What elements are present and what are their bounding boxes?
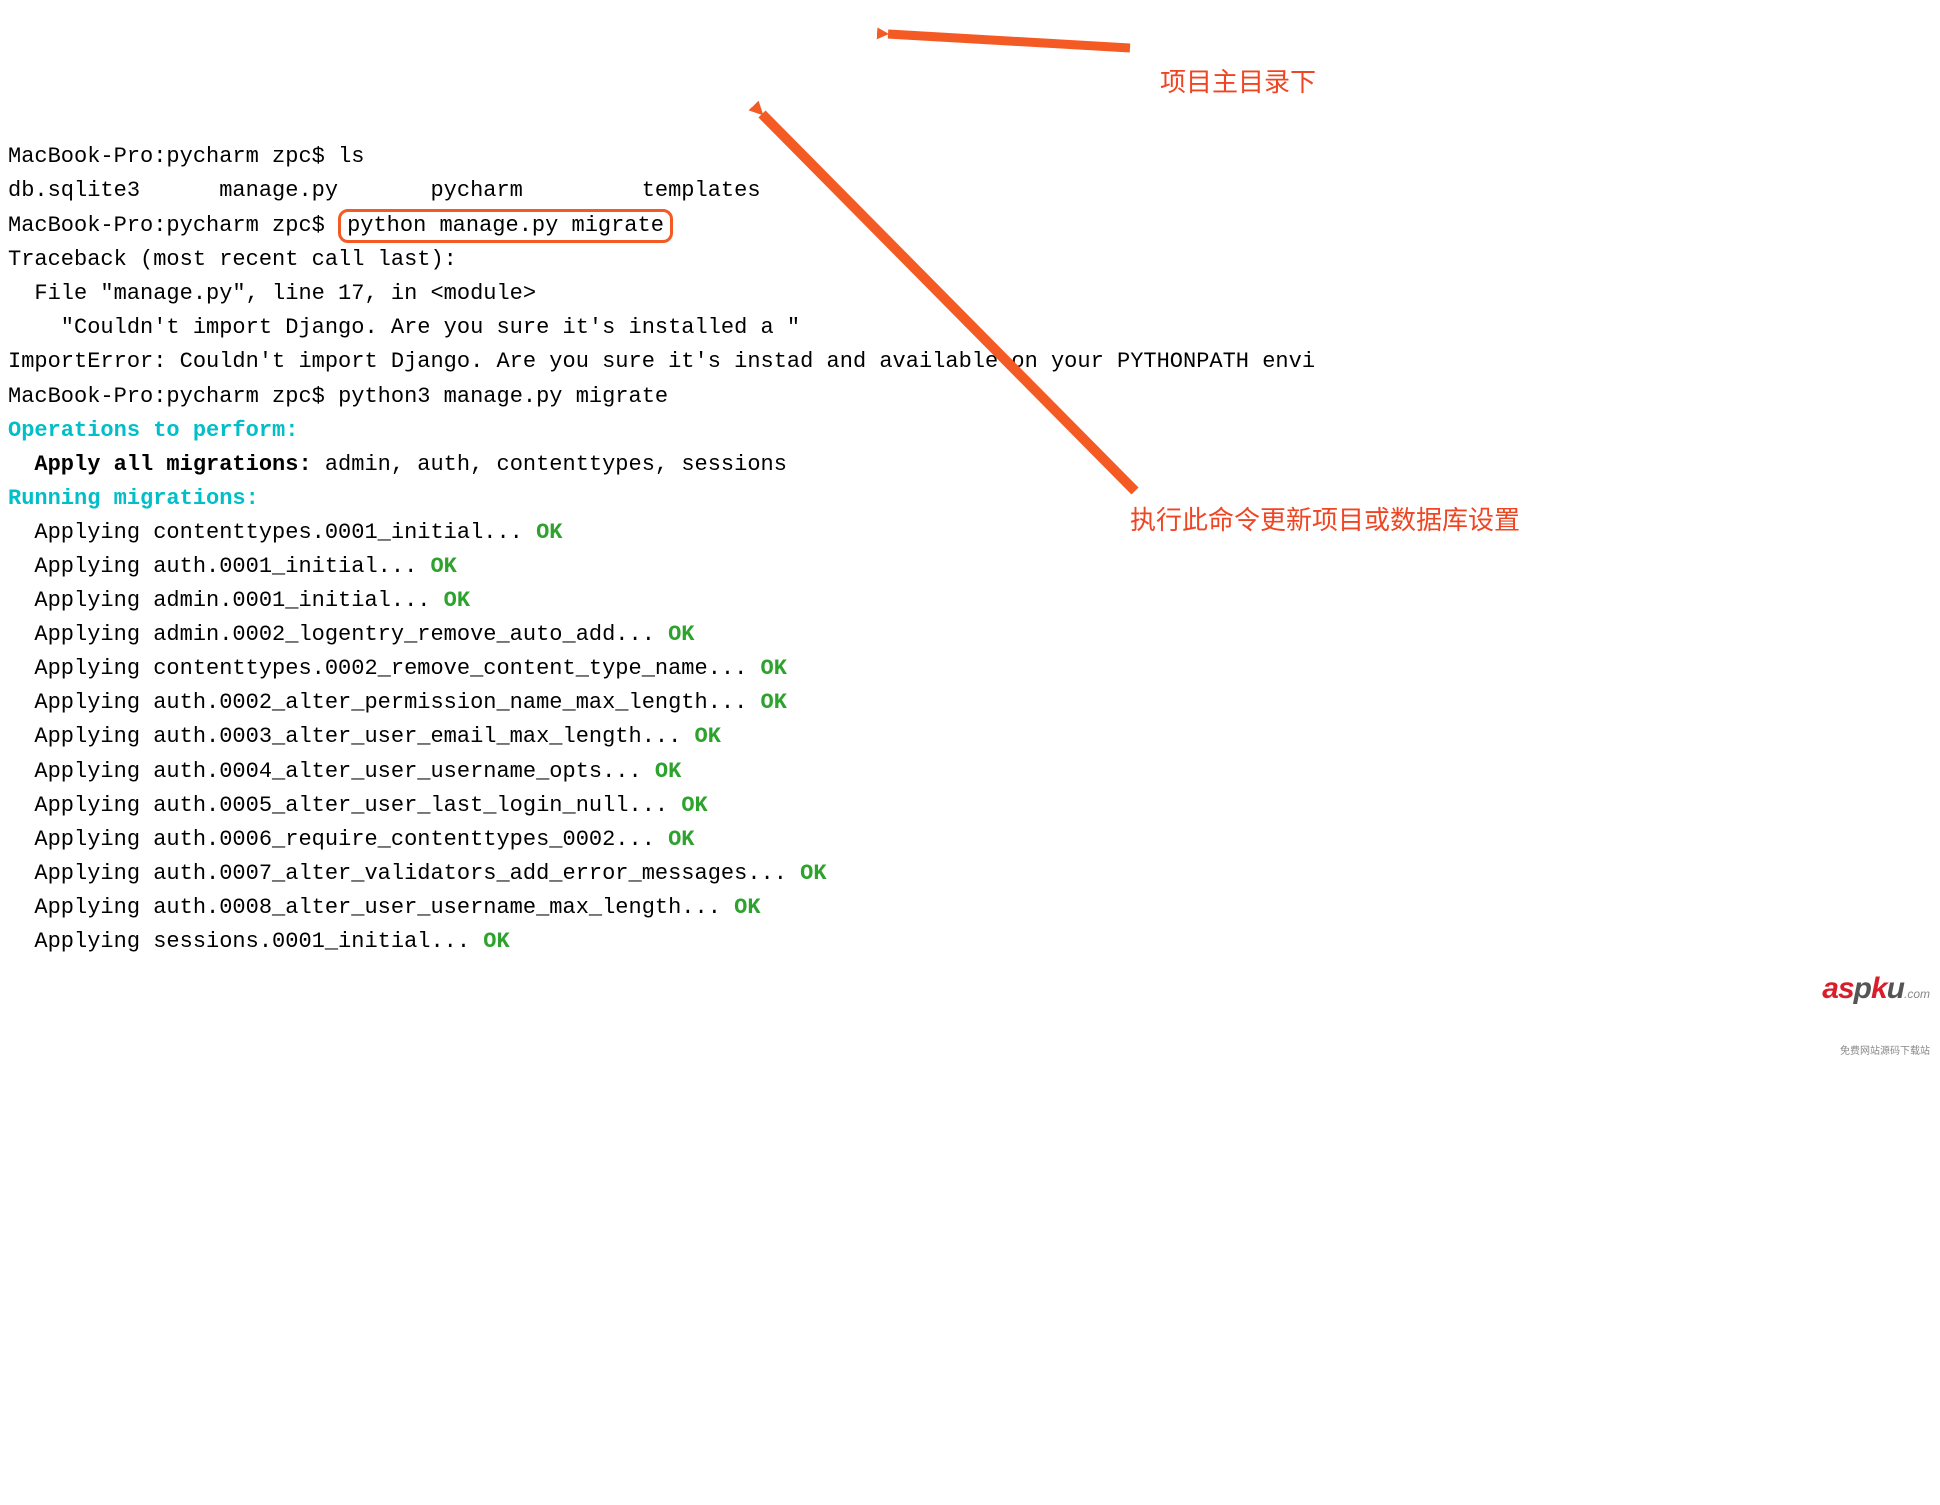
ok-status: OK — [668, 622, 694, 647]
command-ls: ls — [338, 144, 364, 169]
watermark-domain: .com — [1904, 987, 1930, 1001]
traceback-line: "Couldn't import Django. Are you sure it… — [8, 315, 774, 340]
command-python3: python3 manage.py migrate — [338, 384, 668, 409]
migration-line: Applying auth.0002_alter_permission_name… — [8, 690, 761, 715]
annotation-label-1: 项目主目录下 — [1160, 62, 1316, 102]
migration-line: Applying auth.0008_alter_user_username_m… — [8, 895, 734, 920]
running-header: Running migrations: — [8, 486, 259, 511]
ok-status: OK — [668, 827, 694, 852]
migration-line: Applying admin.0002_logentry_remove_auto… — [8, 622, 668, 647]
ok-status: OK — [444, 588, 470, 613]
migration-line: Applying sessions.0001_initial... — [8, 929, 483, 954]
ok-status: OK — [430, 554, 456, 579]
migration-line: Applying auth.0003_alter_user_email_max_… — [8, 724, 695, 749]
migration-line: Applying auth.0006_require_contenttypes_… — [8, 827, 668, 852]
migration-line: Applying auth.0007_alter_validators_add_… — [8, 861, 800, 886]
ls-output: db.sqlite3 manage.py pycharm templates — [8, 178, 761, 203]
ok-status: OK — [655, 759, 681, 784]
ok-status: OK — [800, 861, 826, 886]
migration-line: Applying auth.0001_initial... — [8, 554, 430, 579]
annotation-label-2: 执行此命令更新项目或数据库设置 — [1130, 500, 1520, 540]
migration-line: Applying admin.0001_initial... — [8, 588, 444, 613]
import-error-line: ImportError: Couldn't import Django. Are… — [8, 349, 800, 374]
ok-status: OK — [536, 520, 562, 545]
ok-status: OK — [483, 929, 509, 954]
terminal-output: MacBook-Pro:pycharm zpc$ ls db.sqlite3 m… — [8, 140, 1932, 959]
ok-status: OK — [695, 724, 721, 749]
prompt: MacBook-Pro:pycharm zpc$ — [8, 384, 338, 409]
migration-line: Applying auth.0005_alter_user_last_login… — [8, 793, 681, 818]
migration-line: Applying auth.0004_alter_user_username_o… — [8, 759, 655, 784]
import-error-tail: d and available on your PYTHONPATH envi — [800, 349, 1315, 374]
highlighted-command: python manage.py migrate — [338, 209, 673, 244]
watermark: aspku.com 免费网站源码下载站 — [1810, 932, 1930, 1094]
apply-all-label: Apply all migrations: — [8, 452, 325, 477]
migration-line: Applying contenttypes.0002_remove_conten… — [8, 656, 761, 681]
traceback-line: File "manage.py", line 17, in <module> — [8, 281, 536, 306]
traceback-header: Traceback (most recent call last): — [8, 247, 457, 272]
ok-status: OK — [734, 895, 760, 920]
ok-status: OK — [681, 793, 707, 818]
ok-status: OK — [761, 656, 787, 681]
watermark-tagline: 免费网站源码下载站 — [1810, 1044, 1930, 1060]
apply-all-list: admin, auth, contenttypes, sessions — [325, 452, 787, 477]
ok-status: OK — [761, 690, 787, 715]
migration-line: Applying contenttypes.0001_initial... — [8, 520, 536, 545]
prompt: MacBook-Pro:pycharm zpc$ — [8, 213, 338, 238]
watermark-brand: aspku — [1822, 972, 1904, 1005]
operations-header: Operations to perform: — [8, 418, 298, 443]
traceback-line-tail: " — [774, 315, 800, 340]
prompt: MacBook-Pro:pycharm zpc$ — [8, 144, 338, 169]
arrow-icon — [870, 6, 1150, 76]
